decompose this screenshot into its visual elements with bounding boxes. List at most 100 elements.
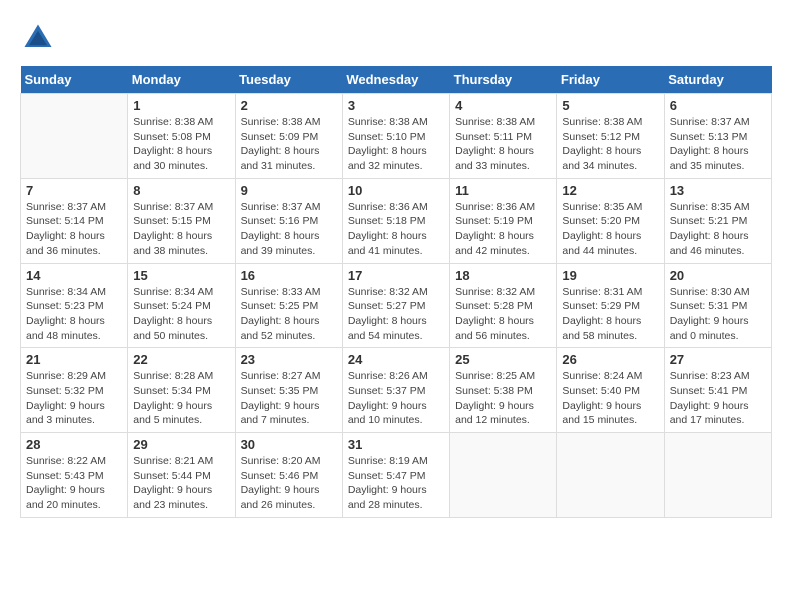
calendar-cell: 28 Sunrise: 8:22 AMSunset: 5:43 PMDayligh… — [21, 433, 128, 518]
day-number: 29 — [133, 437, 229, 452]
calendar-cell: 13 Sunrise: 8:35 AMSunset: 5:21 PMDayligh… — [664, 178, 771, 263]
header-wednesday: Wednesday — [342, 66, 449, 94]
day-number: 6 — [670, 98, 766, 113]
day-info: Sunrise: 8:36 AMSunset: 5:19 PMDaylight:… — [455, 200, 551, 259]
header-thursday: Thursday — [450, 66, 557, 94]
day-number: 22 — [133, 352, 229, 367]
calendar-cell: 31Sunrise: 8:19 AMSunset: 5:47 PMDayligh… — [342, 433, 449, 518]
calendar-cell: 20Sunrise: 8:30 AMSunset: 5:31 PMDayligh… — [664, 263, 771, 348]
header-friday: Friday — [557, 66, 664, 94]
calendar-cell: 22 Sunrise: 8:28 AMSunset: 5:34 PMDayligh… — [128, 348, 235, 433]
calendar-cell: 18 Sunrise: 8:32 AMSunset: 5:28 PMDayligh… — [450, 263, 557, 348]
header-row: SundayMondayTuesdayWednesdayThursdayFrid… — [21, 66, 772, 94]
day-info: Sunrise: 8:24 AMSunset: 5:40 PMDaylight:… — [562, 369, 658, 428]
calendar-cell: 6 Sunrise: 8:37 AMSunset: 5:13 PMDaylight… — [664, 94, 771, 179]
day-info: Sunrise: 8:19 AMSunset: 5:47 PMDaylight:… — [348, 454, 444, 513]
day-number: 28 — [26, 437, 122, 452]
day-number: 11 — [455, 183, 551, 198]
day-number: 12 — [562, 183, 658, 198]
day-info: Sunrise: 8:37 AMSunset: 5:13 PMDaylight:… — [670, 115, 766, 174]
header-saturday: Saturday — [664, 66, 771, 94]
day-number: 21 — [26, 352, 122, 367]
calendar-cell: 8 Sunrise: 8:37 AMSunset: 5:15 PMDaylight… — [128, 178, 235, 263]
calendar-cell: 10 Sunrise: 8:36 AMSunset: 5:18 PMDayligh… — [342, 178, 449, 263]
day-info: Sunrise: 8:37 AMSunset: 5:14 PMDaylight:… — [26, 200, 122, 259]
day-info: Sunrise: 8:32 AMSunset: 5:28 PMDaylight:… — [455, 285, 551, 344]
calendar-cell: 2 Sunrise: 8:38 AMSunset: 5:09 PMDaylight… — [235, 94, 342, 179]
day-info: Sunrise: 8:34 AMSunset: 5:24 PMDaylight:… — [133, 285, 229, 344]
calendar-body: 1 Sunrise: 8:38 AMSunset: 5:08 PMDaylight… — [21, 94, 772, 518]
day-info: Sunrise: 8:30 AMSunset: 5:31 PMDaylight:… — [670, 285, 766, 344]
day-info: Sunrise: 8:29 AMSunset: 5:32 PMDaylight:… — [26, 369, 122, 428]
day-info: Sunrise: 8:31 AMSunset: 5:29 PMDaylight:… — [562, 285, 658, 344]
calendar-cell: 1 Sunrise: 8:38 AMSunset: 5:08 PMDaylight… — [128, 94, 235, 179]
day-number: 15 — [133, 268, 229, 283]
calendar-cell: 12 Sunrise: 8:35 AMSunset: 5:20 PMDayligh… — [557, 178, 664, 263]
header-tuesday: Tuesday — [235, 66, 342, 94]
week-row-1: 7 Sunrise: 8:37 AMSunset: 5:14 PMDaylight… — [21, 178, 772, 263]
calendar-cell: 23 Sunrise: 8:27 AMSunset: 5:35 PMDayligh… — [235, 348, 342, 433]
day-number: 14 — [26, 268, 122, 283]
calendar-cell: 4 Sunrise: 8:38 AMSunset: 5:11 PMDaylight… — [450, 94, 557, 179]
day-info: Sunrise: 8:22 AMSunset: 5:43 PMDaylight:… — [26, 454, 122, 513]
calendar-cell — [450, 433, 557, 518]
day-info: Sunrise: 8:36 AMSunset: 5:18 PMDaylight:… — [348, 200, 444, 259]
calendar-cell: 17 Sunrise: 8:32 AMSunset: 5:27 PMDayligh… — [342, 263, 449, 348]
week-row-2: 14 Sunrise: 8:34 AMSunset: 5:23 PMDayligh… — [21, 263, 772, 348]
day-info: Sunrise: 8:32 AMSunset: 5:27 PMDaylight:… — [348, 285, 444, 344]
day-info: Sunrise: 8:21 AMSunset: 5:44 PMDaylight:… — [133, 454, 229, 513]
calendar-cell: 9Sunrise: 8:37 AMSunset: 5:16 PMDaylight… — [235, 178, 342, 263]
day-number: 4 — [455, 98, 551, 113]
header-monday: Monday — [128, 66, 235, 94]
day-number: 13 — [670, 183, 766, 198]
day-info: Sunrise: 8:25 AMSunset: 5:38 PMDaylight:… — [455, 369, 551, 428]
day-info: Sunrise: 8:38 AMSunset: 5:11 PMDaylight:… — [455, 115, 551, 174]
calendar-cell: 5 Sunrise: 8:38 AMSunset: 5:12 PMDaylight… — [557, 94, 664, 179]
day-number: 7 — [26, 183, 122, 198]
calendar-cell — [21, 94, 128, 179]
logo — [20, 20, 60, 56]
day-info: Sunrise: 8:38 AMSunset: 5:09 PMDaylight:… — [241, 115, 337, 174]
calendar-cell: 15 Sunrise: 8:34 AMSunset: 5:24 PMDayligh… — [128, 263, 235, 348]
calendar-table: SundayMondayTuesdayWednesdayThursdayFrid… — [20, 66, 772, 518]
day-number: 17 — [348, 268, 444, 283]
calendar-cell: 7 Sunrise: 8:37 AMSunset: 5:14 PMDaylight… — [21, 178, 128, 263]
header-sunday: Sunday — [21, 66, 128, 94]
day-number: 23 — [241, 352, 337, 367]
day-info: Sunrise: 8:37 AMSunset: 5:16 PMDaylight:… — [241, 200, 337, 259]
calendar-cell: 29 Sunrise: 8:21 AMSunset: 5:44 PMDayligh… — [128, 433, 235, 518]
day-number: 18 — [455, 268, 551, 283]
day-info: Sunrise: 8:20 AMSunset: 5:46 PMDaylight:… — [241, 454, 337, 513]
day-info: Sunrise: 8:26 AMSunset: 5:37 PMDaylight:… — [348, 369, 444, 428]
day-info: Sunrise: 8:38 AMSunset: 5:08 PMDaylight:… — [133, 115, 229, 174]
day-number: 5 — [562, 98, 658, 113]
day-number: 8 — [133, 183, 229, 198]
day-info: Sunrise: 8:34 AMSunset: 5:23 PMDaylight:… — [26, 285, 122, 344]
day-number: 2 — [241, 98, 337, 113]
calendar-cell: 3 Sunrise: 8:38 AMSunset: 5:10 PMDaylight… — [342, 94, 449, 179]
calendar-cell: 14 Sunrise: 8:34 AMSunset: 5:23 PMDayligh… — [21, 263, 128, 348]
calendar-cell: 27Sunrise: 8:23 AMSunset: 5:41 PMDayligh… — [664, 348, 771, 433]
calendar-cell: 21 Sunrise: 8:29 AMSunset: 5:32 PMDayligh… — [21, 348, 128, 433]
calendar-cell: 26Sunrise: 8:24 AMSunset: 5:40 PMDayligh… — [557, 348, 664, 433]
day-info: Sunrise: 8:35 AMSunset: 5:21 PMDaylight:… — [670, 200, 766, 259]
day-info: Sunrise: 8:23 AMSunset: 5:41 PMDaylight:… — [670, 369, 766, 428]
day-number: 1 — [133, 98, 229, 113]
day-number: 16 — [241, 268, 337, 283]
day-number: 3 — [348, 98, 444, 113]
day-info: Sunrise: 8:38 AMSunset: 5:10 PMDaylight:… — [348, 115, 444, 174]
calendar-cell: 19Sunrise: 8:31 AMSunset: 5:29 PMDayligh… — [557, 263, 664, 348]
calendar-cell: 24Sunrise: 8:26 AMSunset: 5:37 PMDayligh… — [342, 348, 449, 433]
day-number: 10 — [348, 183, 444, 198]
day-info: Sunrise: 8:38 AMSunset: 5:12 PMDaylight:… — [562, 115, 658, 174]
day-info: Sunrise: 8:37 AMSunset: 5:15 PMDaylight:… — [133, 200, 229, 259]
calendar-cell — [557, 433, 664, 518]
week-row-4: 28 Sunrise: 8:22 AMSunset: 5:43 PMDayligh… — [21, 433, 772, 518]
day-info: Sunrise: 8:35 AMSunset: 5:20 PMDaylight:… — [562, 200, 658, 259]
logo-icon — [20, 20, 56, 56]
calendar-cell: 30Sunrise: 8:20 AMSunset: 5:46 PMDayligh… — [235, 433, 342, 518]
day-info: Sunrise: 8:27 AMSunset: 5:35 PMDaylight:… — [241, 369, 337, 428]
day-info: Sunrise: 8:28 AMSunset: 5:34 PMDaylight:… — [133, 369, 229, 428]
calendar-cell — [664, 433, 771, 518]
calendar-cell: 16Sunrise: 8:33 AMSunset: 5:25 PMDayligh… — [235, 263, 342, 348]
